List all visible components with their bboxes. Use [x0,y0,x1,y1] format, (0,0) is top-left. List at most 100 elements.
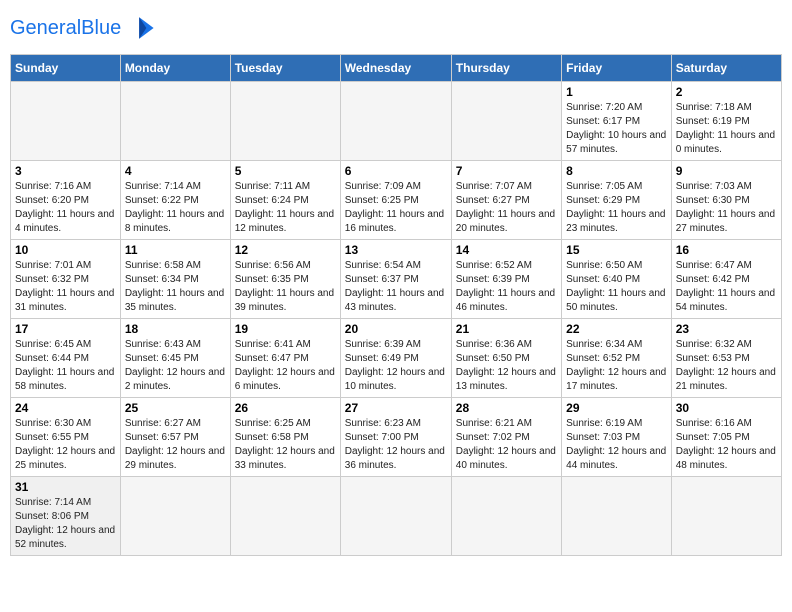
day-info: Sunrise: 7:20 AM Sunset: 6:17 PM Dayligh… [566,101,667,157]
day-info: Sunrise: 6:43 AM Sunset: 6:45 PM Dayligh… [125,338,226,394]
day-number: 28 [456,401,557,415]
day-number: 26 [235,401,336,415]
logo: GeneralBlue [10,10,159,46]
calendar-cell: 14 Sunrise: 6:52 AM Sunset: 6:39 PM Dayli… [451,240,561,319]
calendar-week-row: 24Sunrise: 6:30 AM Sunset: 6:55 PM Dayli… [11,398,782,477]
calendar-cell: 5Sunrise: 7:11 AM Sunset: 6:24 PM Daylig… [230,161,340,240]
day-number: 7 [456,164,557,178]
day-number: 5 [235,164,336,178]
logo-icon [123,10,159,46]
calendar: SundayMondayTuesdayWednesdayThursdayFrid… [10,54,782,556]
day-info: Sunrise: 6:52 AM Sunset: 6:39 PM Dayligh… [456,259,557,315]
day-info: Sunrise: 7:01 AM Sunset: 6:32 PM Dayligh… [15,259,116,315]
day-number: 11 [125,243,226,257]
calendar-cell [120,477,230,556]
day-info: Sunrise: 6:27 AM Sunset: 6:57 PM Dayligh… [125,417,226,473]
day-number: 4 [125,164,226,178]
calendar-cell [230,477,340,556]
calendar-cell [451,82,561,161]
day-info: Sunrise: 7:05 AM Sunset: 6:29 PM Dayligh… [566,180,667,236]
calendar-cell: 23Sunrise: 6:32 AM Sunset: 6:53 PM Dayli… [671,319,781,398]
calendar-cell: 29 Sunrise: 6:19 AM Sunset: 7:03 PM Dayli… [562,398,672,477]
day-info: Sunrise: 6:16 AM Sunset: 7:05 PM Dayligh… [676,417,777,473]
logo-general: General [10,17,81,39]
day-info: Sunrise: 6:45 AM Sunset: 6:44 PM Dayligh… [15,338,116,394]
day-number: 13 [345,243,447,257]
day-info: Sunrise: 6:19 AM Sunset: 7:03 PM Dayligh… [566,417,667,473]
logo-text: GeneralBlue [10,17,121,40]
calendar-cell: 13 Sunrise: 6:54 AM Sunset: 6:37 PM Dayli… [340,240,451,319]
day-info: Sunrise: 7:07 AM Sunset: 6:27 PM Dayligh… [456,180,557,236]
day-info: Sunrise: 6:21 AM Sunset: 7:02 PM Dayligh… [456,417,557,473]
day-info: Sunrise: 6:47 AM Sunset: 6:42 PM Dayligh… [676,259,777,315]
calendar-cell: 1Sunrise: 7:20 AM Sunset: 6:17 PM Daylig… [562,82,672,161]
calendar-header-row: SundayMondayTuesdayWednesdayThursdayFrid… [11,55,782,82]
calendar-cell: 28 Sunrise: 6:21 AM Sunset: 7:02 PM Dayli… [451,398,561,477]
day-info: Sunrise: 6:30 AM Sunset: 6:55 PM Dayligh… [15,417,116,473]
logo-blue: Blue [81,17,121,39]
day-number: 14 [456,243,557,257]
calendar-cell: 16Sunrise: 6:47 AM Sunset: 6:42 PM Dayli… [671,240,781,319]
day-info: Sunrise: 6:34 AM Sunset: 6:52 PM Dayligh… [566,338,667,394]
col-header-monday: Monday [120,55,230,82]
calendar-cell: 6 Sunrise: 7:09 AM Sunset: 6:25 PM Daylig… [340,161,451,240]
calendar-cell: 26 Sunrise: 6:25 AM Sunset: 6:58 PM Dayli… [230,398,340,477]
calendar-week-row: 17 Sunrise: 6:45 AM Sunset: 6:44 PM Dayli… [11,319,782,398]
col-header-sunday: Sunday [11,55,121,82]
day-number: 17 [15,322,116,336]
col-header-thursday: Thursday [451,55,561,82]
day-info: Sunrise: 6:25 AM Sunset: 6:58 PM Dayligh… [235,417,336,473]
calendar-cell [340,477,451,556]
day-info: Sunrise: 6:41 AM Sunset: 6:47 PM Dayligh… [235,338,336,394]
calendar-cell: 24Sunrise: 6:30 AM Sunset: 6:55 PM Dayli… [11,398,121,477]
calendar-cell: 4 Sunrise: 7:14 AM Sunset: 6:22 PM Daylig… [120,161,230,240]
col-header-friday: Friday [562,55,672,82]
calendar-cell: 11 Sunrise: 6:58 AM Sunset: 6:34 PM Dayli… [120,240,230,319]
calendar-cell: 22Sunrise: 6:34 AM Sunset: 6:52 PM Dayli… [562,319,672,398]
day-info: Sunrise: 7:14 AM Sunset: 6:22 PM Dayligh… [125,180,226,236]
day-number: 30 [676,401,777,415]
day-number: 9 [676,164,777,178]
calendar-cell: 3 Sunrise: 7:16 AM Sunset: 6:20 PM Daylig… [11,161,121,240]
calendar-cell: 15Sunrise: 6:50 AM Sunset: 6:40 PM Dayli… [562,240,672,319]
calendar-cell: 20Sunrise: 6:39 AM Sunset: 6:49 PM Dayli… [340,319,451,398]
day-number: 6 [345,164,447,178]
col-header-tuesday: Tuesday [230,55,340,82]
day-number: 12 [235,243,336,257]
calendar-cell: 21Sunrise: 6:36 AM Sunset: 6:50 PM Dayli… [451,319,561,398]
day-number: 10 [15,243,116,257]
calendar-cell [230,82,340,161]
calendar-cell: 10 Sunrise: 7:01 AM Sunset: 6:32 PM Dayli… [11,240,121,319]
day-info: Sunrise: 6:50 AM Sunset: 6:40 PM Dayligh… [566,259,667,315]
day-number: 8 [566,164,667,178]
calendar-cell: 7 Sunrise: 7:07 AM Sunset: 6:27 PM Daylig… [451,161,561,240]
day-number: 23 [676,322,777,336]
calendar-cell [562,477,672,556]
header: GeneralBlue [10,10,782,46]
calendar-cell: 17 Sunrise: 6:45 AM Sunset: 6:44 PM Dayli… [11,319,121,398]
calendar-cell [120,82,230,161]
day-info: Sunrise: 6:58 AM Sunset: 6:34 PM Dayligh… [125,259,226,315]
day-number: 20 [345,322,447,336]
calendar-cell: 25 Sunrise: 6:27 AM Sunset: 6:57 PM Dayli… [120,398,230,477]
day-info: Sunrise: 7:16 AM Sunset: 6:20 PM Dayligh… [15,180,116,236]
day-info: Sunrise: 7:14 AM Sunset: 8:06 PM Dayligh… [15,496,116,552]
day-info: Sunrise: 7:09 AM Sunset: 6:25 PM Dayligh… [345,180,447,236]
calendar-cell: 18 Sunrise: 6:43 AM Sunset: 6:45 PM Dayli… [120,319,230,398]
day-info: Sunrise: 7:18 AM Sunset: 6:19 PM Dayligh… [676,101,777,157]
day-info: Sunrise: 6:36 AM Sunset: 6:50 PM Dayligh… [456,338,557,394]
calendar-week-row: 1Sunrise: 7:20 AM Sunset: 6:17 PM Daylig… [11,82,782,161]
day-info: Sunrise: 6:54 AM Sunset: 6:37 PM Dayligh… [345,259,447,315]
day-number: 31 [15,480,116,494]
calendar-cell [340,82,451,161]
day-number: 2 [676,85,777,99]
calendar-cell: 19Sunrise: 6:41 AM Sunset: 6:47 PM Dayli… [230,319,340,398]
day-number: 29 [566,401,667,415]
day-number: 25 [125,401,226,415]
col-header-wednesday: Wednesday [340,55,451,82]
day-info: Sunrise: 6:23 AM Sunset: 7:00 PM Dayligh… [345,417,447,473]
day-number: 3 [15,164,116,178]
day-number: 18 [125,322,226,336]
calendar-cell: 2 Sunrise: 7:18 AM Sunset: 6:19 PM Daylig… [671,82,781,161]
calendar-cell: 9Sunrise: 7:03 AM Sunset: 6:30 PM Daylig… [671,161,781,240]
